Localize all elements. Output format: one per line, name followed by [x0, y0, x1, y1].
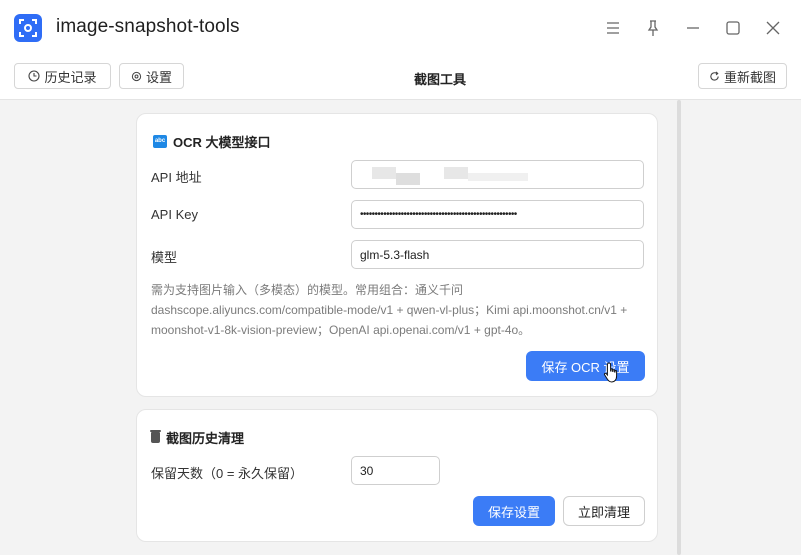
history-card-title: 截图历史清理: [150, 428, 245, 447]
model-input[interactable]: glm-5.3-flash: [351, 240, 644, 269]
settings-button-label: 设置: [145, 69, 172, 85]
pin-icon[interactable]: [643, 18, 663, 38]
api-key-label: API Key: [151, 207, 198, 222]
page-title: 截图工具: [413, 72, 466, 87]
gear-icon: [131, 71, 142, 81]
api-key-input[interactable]: ••••••••••••••••••••••••••••••••••••••••…: [351, 200, 644, 229]
ocr-card-title-text: OCR 大模型接口: [173, 135, 271, 150]
recapture-button-label: 重新截图: [723, 69, 776, 85]
app-window: image-snapshot-tools 历史记录 设置 截图工具 重新截图 a…: [0, 0, 801, 555]
model-label: 模型: [151, 250, 178, 265]
maximize-icon[interactable]: [723, 18, 743, 38]
history-button-label: 历史记录: [44, 69, 97, 85]
ocr-card-title: abc OCR 大模型接口: [153, 132, 271, 151]
redacted-block: [444, 167, 468, 179]
clean-now-button[interactable]: 立即清理: [563, 496, 645, 526]
api-url-input[interactable]: [351, 160, 644, 189]
retention-days-input[interactable]: 30: [351, 456, 440, 485]
clock-icon: [28, 70, 41, 82]
api-url-label: API 地址: [151, 170, 202, 185]
redacted-block: [468, 173, 528, 181]
menu-icon[interactable]: [603, 18, 623, 38]
recapture-button[interactable]: 重新截图: [698, 63, 787, 89]
save-ocr-settings-button[interactable]: 保存 OCR 设置: [526, 351, 645, 381]
redacted-block: [396, 173, 420, 185]
toolbar: 历史记录 设置 截图工具 重新截图: [0, 56, 801, 100]
settings-button[interactable]: 设置: [119, 63, 184, 89]
app-logo-icon: [14, 14, 42, 42]
retention-days-label: 保留天数（0 = 永久保留）: [151, 466, 304, 481]
hand-cursor-icon: [603, 362, 621, 389]
refresh-icon: [710, 70, 719, 81]
history-button[interactable]: 历史记录: [14, 63, 111, 89]
vertical-scrollbar[interactable]: [677, 100, 681, 555]
close-icon[interactable]: [763, 18, 783, 38]
redacted-block: [372, 167, 396, 179]
content-area[interactable]: abc OCR 大模型接口 API 地址 API Key •••••••••••…: [0, 100, 801, 555]
abc-icon: abc: [153, 135, 167, 148]
trash-icon: [150, 430, 161, 443]
history-card-title-text: 截图历史清理: [166, 431, 245, 446]
app-title: image-snapshot-tools: [56, 16, 240, 37]
ocr-settings-card: abc OCR 大模型接口 API 地址 API Key •••••••••••…: [136, 113, 658, 397]
title-bar: image-snapshot-tools: [0, 0, 801, 56]
save-settings-button[interactable]: 保存设置: [473, 496, 555, 526]
history-cleanup-card: 截图历史清理 保留天数（0 = 永久保留） 30 保存设置 立即清理: [136, 409, 658, 542]
minimize-icon[interactable]: [683, 18, 703, 38]
model-hint-text: 需为支持图片输入（多模态）的模型。常用组合：通义千问 dashscope.ali…: [151, 283, 628, 337]
